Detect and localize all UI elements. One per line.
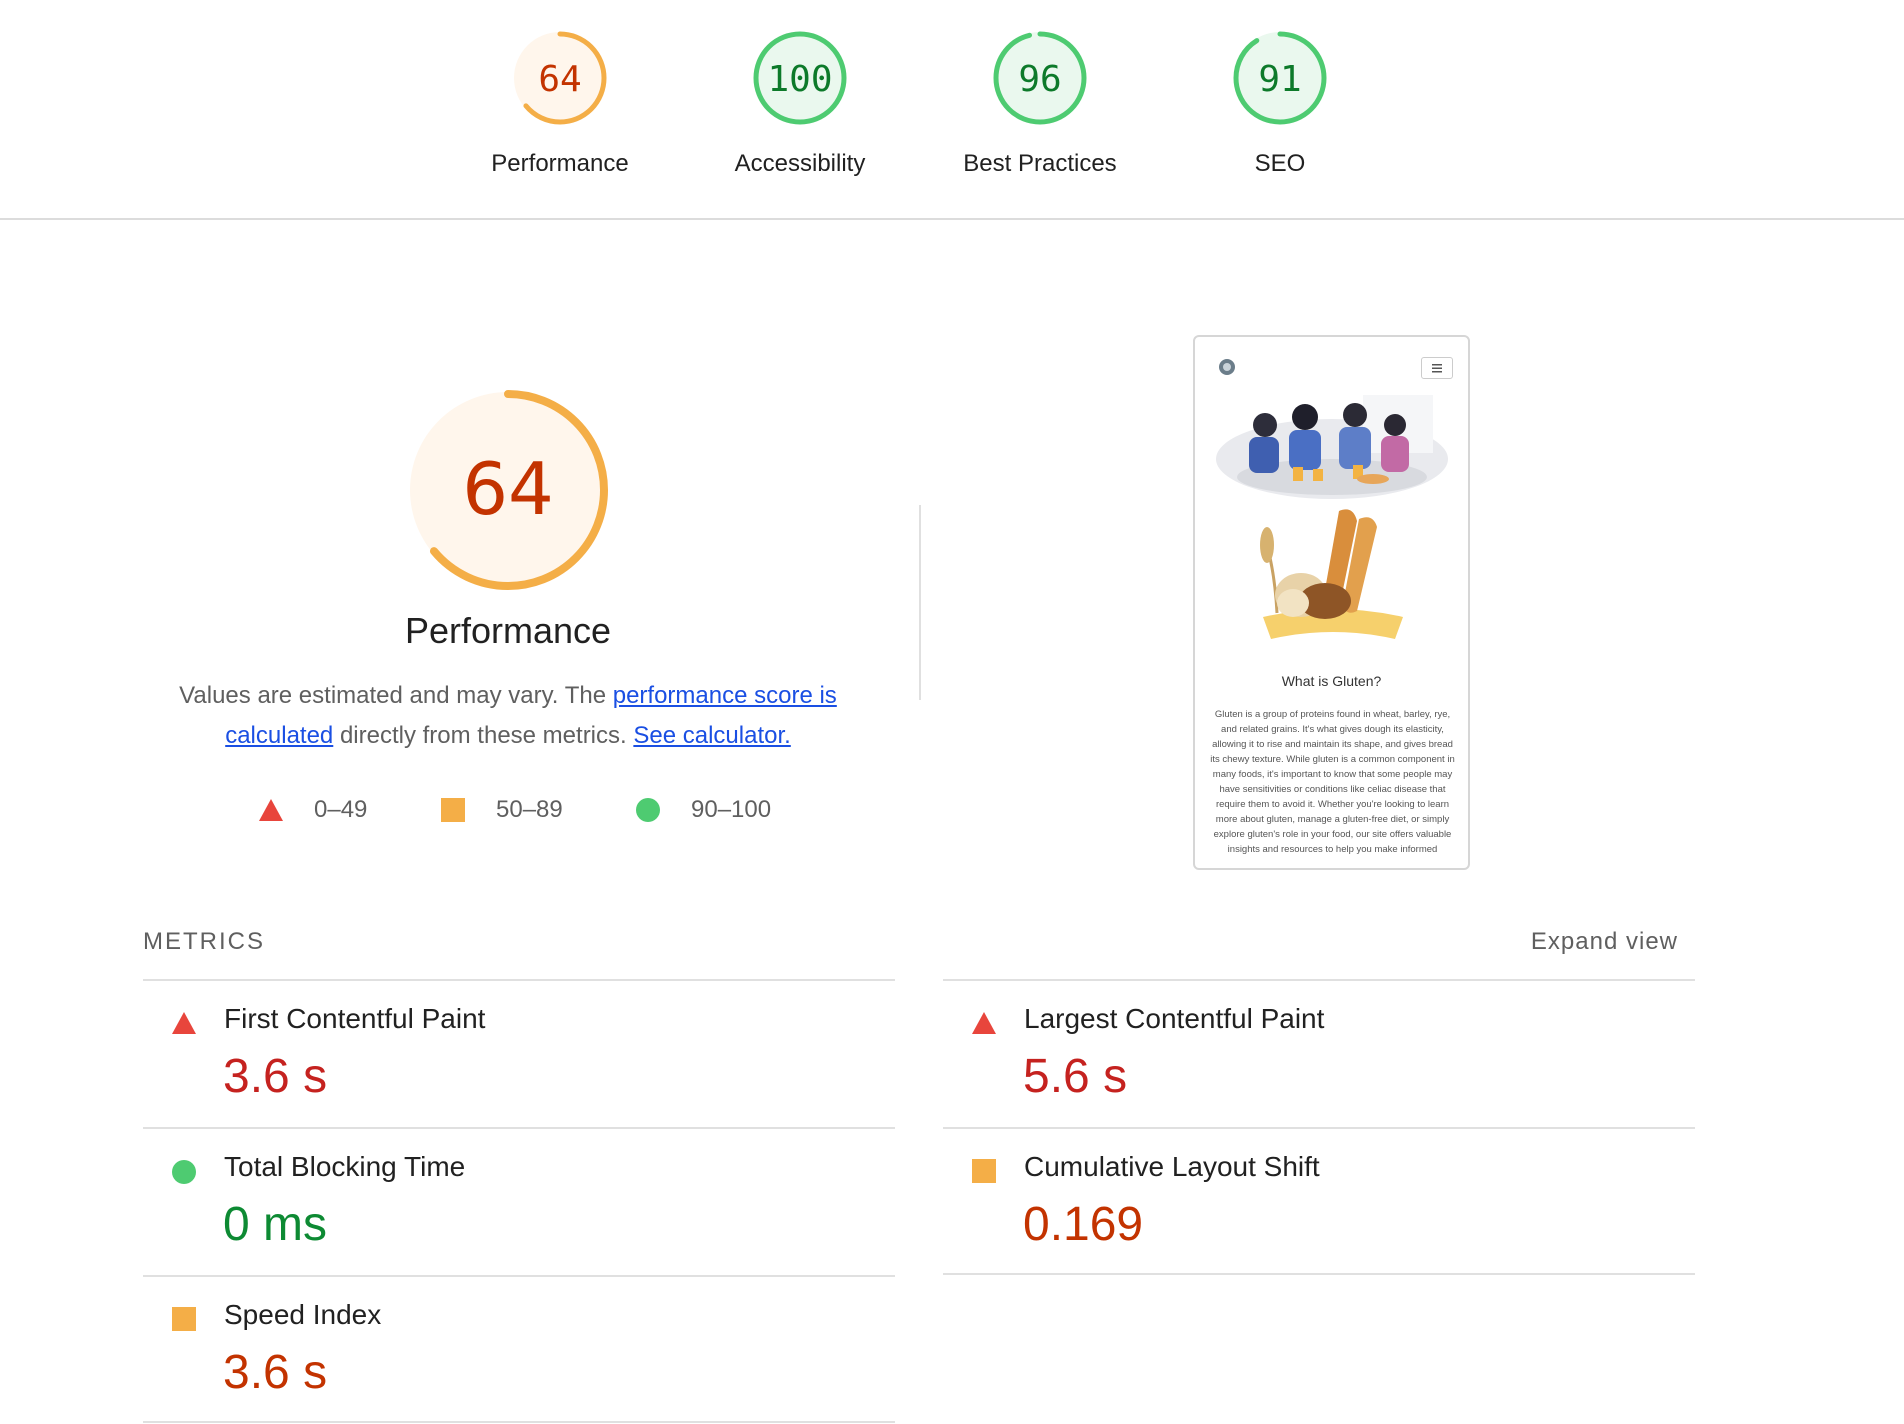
divider: [143, 1421, 895, 1423]
metric-name: Speed Index: [224, 1299, 382, 1330]
description-text: directly from these metrics.: [333, 722, 634, 749]
triangle-icon: [972, 1012, 996, 1034]
screenshot-heading: What is Gluten?: [1281, 673, 1382, 689]
performance-title: Performance: [404, 610, 612, 651]
score-gauge-best-practices[interactable]: 96 Best Practices: [920, 28, 1160, 178]
gauge-ring-icon: 91: [1233, 31, 1327, 125]
expand-view-button[interactable]: Expand view: [1531, 928, 1678, 956]
metric-name: Total Blocking Time: [224, 1151, 466, 1182]
performance-description: Values are estimated and may vary. The p…: [168, 676, 848, 756]
triangle-icon: [259, 799, 283, 821]
score-value: 100: [767, 59, 832, 100]
score-gauge-seo[interactable]: 91 SEO: [1160, 28, 1400, 178]
score-gauge-performance[interactable]: 64 Performance: [440, 28, 680, 178]
site-logo-icon: [1219, 359, 1235, 375]
score-gauge-accessibility[interactable]: 100 Accessibility: [680, 28, 920, 178]
gauge-ring-icon: 96: [993, 31, 1087, 125]
metric-value: 3.6 s: [223, 1050, 328, 1103]
legend-range: 50–89: [496, 796, 563, 823]
score-summary-bar: 64 Performance 100 Accessibility 96 Best…: [0, 0, 1904, 220]
metric-cumulative-layout-shift: Cumulative Layout Shift 0.169: [943, 1129, 1695, 1275]
performance-score: 64: [462, 447, 554, 531]
metric-speed-index: Speed Index 3.6 s: [143, 1277, 895, 1423]
circle-icon: [636, 798, 660, 822]
divider: [943, 1273, 1695, 1275]
family-dinner-illustration: [1216, 395, 1448, 499]
square-icon: [172, 1307, 196, 1331]
metric-name: Largest Contentful Paint: [1024, 1003, 1325, 1034]
legend-item-average: 50–89: [440, 792, 563, 828]
score-label: Best Practices: [963, 150, 1117, 177]
score-label: SEO: [1254, 150, 1306, 177]
score-value: 64: [538, 59, 581, 100]
score-value: 91: [1258, 59, 1301, 100]
metric-total-blocking-time: Total Blocking Time 0 ms: [143, 1129, 895, 1275]
hamburger-icon: [1432, 364, 1442, 373]
menu-button: [1421, 357, 1453, 379]
square-icon: [441, 798, 465, 822]
bread-illustration: [1260, 509, 1403, 639]
score-value: 96: [1018, 59, 1061, 100]
legend-item-pass: 90–100: [635, 792, 771, 828]
vertical-divider: [919, 505, 921, 700]
metric-value: 0.169: [1023, 1198, 1144, 1251]
score-label: Accessibility: [734, 150, 866, 177]
see-calculator-link[interactable]: See calculator.: [633, 722, 790, 749]
metrics-header: METRICS: [143, 928, 265, 955]
square-icon: [972, 1159, 996, 1183]
triangle-icon: [172, 1012, 196, 1034]
metric-first-contentful-paint: First Contentful Paint 3.6 s: [143, 981, 895, 1127]
performance-gauge: 64: [408, 390, 608, 590]
score-label: Performance: [491, 150, 629, 177]
metric-name: Cumulative Layout Shift: [1024, 1151, 1320, 1182]
metric-value: 5.6 s: [1023, 1050, 1128, 1103]
legend-item-fail: 0–49: [258, 792, 367, 828]
metric-value: 3.6 s: [223, 1346, 328, 1399]
gauge-ring-icon: 64: [513, 31, 607, 125]
description-text: Values are estimated and may vary. The: [179, 682, 613, 709]
legend-range: 90–100: [691, 796, 772, 823]
circle-icon: [172, 1160, 196, 1184]
legend-range: 0–49: [314, 796, 368, 823]
final-screenshot[interactable]: What is Gluten? Gluten is a group of pro…: [1193, 335, 1470, 870]
metric-value: 0 ms: [223, 1198, 328, 1251]
metric-name: First Contentful Paint: [224, 1003, 486, 1034]
metric-largest-contentful-paint: Largest Contentful Paint 5.6 s: [943, 981, 1695, 1127]
screenshot-body-text: Gluten is a group of proteins found in w…: [1210, 709, 1455, 855]
gauge-ring-icon: 100: [753, 31, 847, 125]
